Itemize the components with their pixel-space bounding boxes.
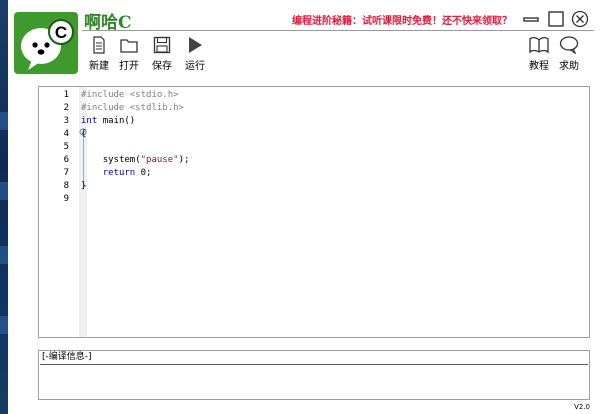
help-label: 求助 xyxy=(559,61,579,72)
line-number: 5 xyxy=(63,142,69,152)
compile-header: [-编译信息-] xyxy=(40,352,588,365)
logo-mascot-icon: C xyxy=(21,19,74,70)
line-number: 4 xyxy=(63,129,69,139)
code-editor[interactable]: 1 #include <stdio.h> 2 #include <stdlib.h> 3… xyxy=(38,86,590,338)
code-text: #include <stdlib.h> xyxy=(81,103,184,113)
toolbar-separator xyxy=(82,30,594,31)
open-button[interactable]: 打开 xyxy=(114,36,144,72)
line-number: 1 xyxy=(63,90,69,100)
new-file-icon xyxy=(93,36,105,54)
compile-info-title: [-编译信息-] xyxy=(42,352,92,363)
new-file-label: 新建 xyxy=(89,61,109,72)
book-icon xyxy=(529,36,549,54)
tutorial-button[interactable]: 教程 xyxy=(524,36,554,72)
app-logo: C xyxy=(14,12,78,74)
open-label: 打开 xyxy=(119,61,139,72)
code-text: { xyxy=(81,129,87,139)
compile-bracket-right: -] xyxy=(84,352,92,362)
compile-bracket-left: [- xyxy=(42,352,49,362)
promo-link[interactable]: 编程进阶秘籍：试听课限时免费！还不快来领取？ xyxy=(292,12,512,27)
code-text: system("pause"); xyxy=(102,155,190,165)
compile-info-label: 编译信息 xyxy=(48,352,85,362)
save-label: 保存 xyxy=(152,61,172,72)
line-number: 2 xyxy=(63,103,69,113)
close-icon[interactable] xyxy=(571,10,589,28)
code-text: } xyxy=(81,181,87,191)
svg-text:C: C xyxy=(55,23,67,42)
run-icon xyxy=(189,37,202,53)
minimize-icon[interactable] xyxy=(522,10,540,28)
run-button[interactable]: 运行 xyxy=(180,36,210,72)
line-number: 7 xyxy=(63,168,69,178)
new-file-button[interactable]: 新建 xyxy=(84,36,114,72)
code-text: return 0; xyxy=(102,168,152,178)
save-icon xyxy=(153,36,171,54)
maximize-icon[interactable] xyxy=(547,10,565,28)
line-number: 8 xyxy=(63,181,69,191)
run-label: 运行 xyxy=(185,61,205,72)
tutorial-label: 教程 xyxy=(529,61,549,72)
save-button[interactable]: 保存 xyxy=(147,36,177,72)
version-label: V2.0 xyxy=(574,403,590,411)
code-text: int main() xyxy=(81,116,136,126)
help-button[interactable]: 求助 xyxy=(554,36,584,72)
compile-output-panel: [-编译信息-] xyxy=(38,350,590,400)
open-folder-icon xyxy=(120,39,138,53)
line-number: 9 xyxy=(63,194,69,204)
speech-bubble-icon xyxy=(559,36,579,54)
line-number: 6 xyxy=(63,155,69,165)
app-window: C 啊哈C 编程进阶秘籍：试听课限时免费！还不快来领取？ 新建 打开 保存 运行… xyxy=(8,0,604,414)
code-text: #include <stdio.h> xyxy=(81,90,179,100)
line-number: 3 xyxy=(63,116,69,126)
